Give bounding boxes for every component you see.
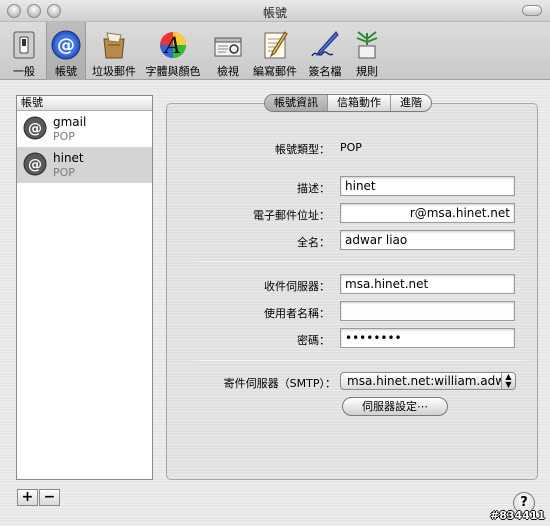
toolbar-fonts-colors[interactable]: A 字體與顏色: [142, 22, 204, 80]
svg-text:A: A: [163, 34, 181, 59]
remove-account-button[interactable]: −: [39, 489, 60, 506]
window-title: 帳號: [262, 6, 287, 20]
viewing-icon: [214, 37, 242, 57]
toolbar-accounts[interactable]: @ 帳號: [46, 22, 86, 80]
at-sign-icon: @: [23, 116, 47, 140]
at-sign-icon: @: [23, 152, 47, 176]
password-label: 密碼：: [297, 334, 330, 347]
toolbar-signatures[interactable]: 簽名檔: [304, 22, 346, 80]
title-bar: 帳號: [0, 0, 550, 22]
tab-mailbox-behaviors[interactable]: 信箱動作: [327, 95, 390, 111]
toolbar-label: 編寫郵件: [253, 65, 297, 78]
email-address-label: 電子郵件位址：: [253, 209, 330, 222]
outgoing-server-value: msa.hinet.net:william.adwa: [347, 374, 513, 388]
svg-text:@: @: [57, 35, 75, 56]
preferences-window: 帳號 一般 @ 帳號 垃圾郵件 A 字體與顏色 檢視 編寫郵件 簽名檔 規則 帳…: [0, 0, 550, 526]
toolbar-viewing[interactable]: 檢視: [208, 22, 248, 80]
svg-text:@: @: [28, 121, 42, 137]
svg-text:@: @: [28, 157, 42, 173]
toolbar-label: 簽名檔: [308, 65, 342, 78]
fonts-colors-icon: A: [160, 32, 186, 59]
composing-icon: [264, 31, 288, 59]
rules-icon: [356, 31, 378, 59]
account-type-label: 帳號類型：: [275, 143, 330, 156]
outgoing-server-label: 寄件伺服器（SMTP）：: [223, 377, 336, 390]
signature-icon: [311, 31, 339, 57]
list-item[interactable]: @ hinet POP: [17, 147, 152, 183]
password-field[interactable]: ••••••••: [340, 328, 515, 348]
full-name-label: 全名：: [297, 236, 330, 249]
toolbar-junk-mail[interactable]: 垃圾郵件: [89, 22, 139, 80]
full-name-field[interactable]: adwar liao: [340, 230, 515, 250]
toolbar-toggle-button[interactable]: [522, 5, 542, 16]
toolbar-label: 一般: [13, 65, 35, 78]
description-field[interactable]: hinet: [340, 176, 515, 196]
tab-account-information[interactable]: 帳號資訊: [265, 95, 327, 111]
account-type: POP: [53, 166, 75, 179]
add-account-button[interactable]: +: [17, 489, 38, 506]
accounts-list-header: 帳號: [17, 96, 152, 111]
server-settings-button[interactable]: 伺服器設定⋯: [342, 397, 448, 416]
switch-icon: [13, 31, 35, 59]
account-type-value: POP: [340, 141, 362, 154]
incoming-server-field[interactable]: msa.hinet.net: [340, 274, 515, 294]
outgoing-server-popup[interactable]: msa.hinet.net:william.adwa ▲ ▼: [340, 372, 516, 390]
separator: [198, 261, 522, 262]
toolbar-label: 帳號: [55, 65, 77, 78]
toolbar-label: 檢視: [217, 65, 239, 78]
incoming-server-label: 收件伺服器：: [264, 280, 330, 293]
preferences-toolbar: 一般 @ 帳號 垃圾郵件 A 字體與顏色 檢視 編寫郵件 簽名檔 規則: [0, 22, 550, 80]
junk-mail-icon: [103, 32, 125, 59]
list-item[interactable]: @ gmail POP: [17, 111, 152, 147]
user-name-field[interactable]: [340, 301, 515, 321]
accounts-list: 帳號 @ gmail POP @ hinet POP: [16, 95, 153, 480]
at-sign-icon: @: [51, 30, 81, 60]
separator: [198, 360, 522, 361]
toolbar-label: 垃圾郵件: [92, 65, 136, 78]
account-name: gmail: [53, 115, 87, 129]
account-type: POP: [53, 130, 75, 143]
chevron-up-down-icon: ▲ ▼: [501, 373, 515, 389]
account-tabs: 帳號資訊 信箱動作 進階: [264, 94, 432, 112]
toolbar-label: 字體與顏色: [145, 65, 201, 78]
description-label: 描述：: [297, 182, 330, 195]
toolbar-label: 規則: [356, 65, 378, 78]
user-name-label: 使用者名稱：: [264, 307, 330, 320]
watermark: #834411: [490, 509, 546, 522]
toolbar-general[interactable]: 一般: [5, 22, 43, 80]
email-address-field[interactable]: r@msa.hinet.net: [340, 203, 515, 223]
toolbar-composing[interactable]: 編寫郵件: [250, 22, 300, 80]
account-name: hinet: [53, 151, 84, 165]
toolbar-rules[interactable]: 規則: [349, 22, 385, 80]
tab-advanced[interactable]: 進階: [390, 95, 431, 111]
